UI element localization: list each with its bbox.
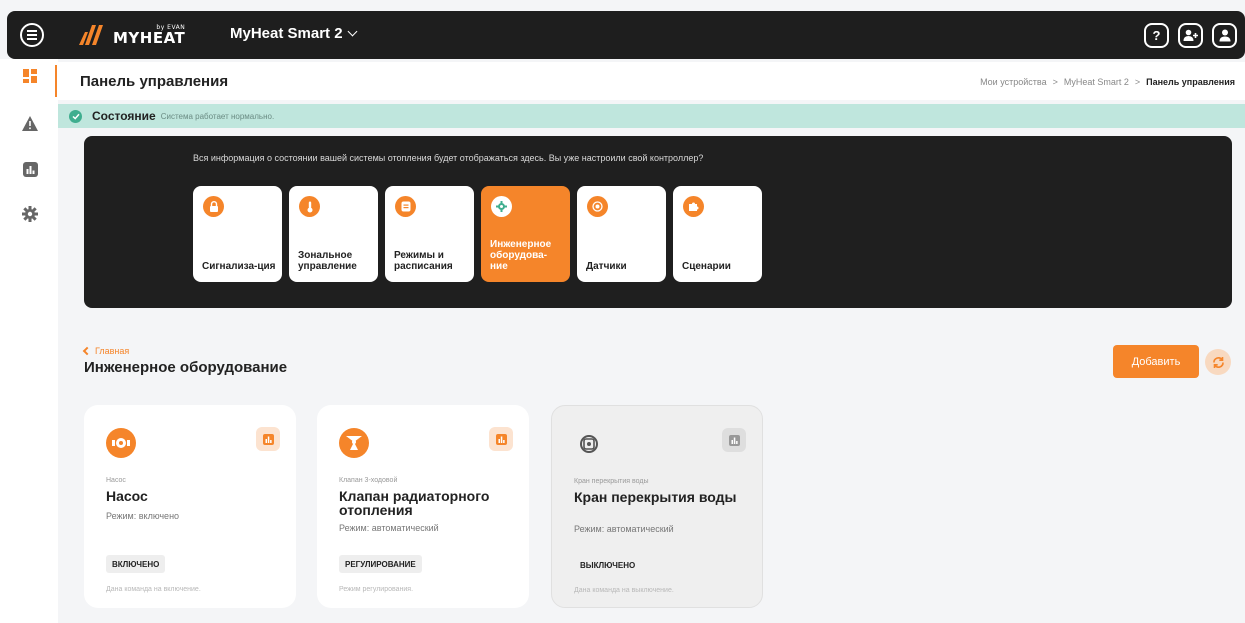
status-label: Состояние (92, 109, 156, 123)
logo-mark-icon (79, 25, 103, 45)
sidebar-active-indicator (55, 65, 57, 97)
section-title: Инженерное оборудование (84, 359, 288, 376)
add-user-icon[interactable] (1178, 23, 1203, 48)
logo[interactable]: by EVAN MYHEAT (79, 22, 185, 48)
statistics-button[interactable] (722, 428, 746, 452)
card-type: Насос (106, 477, 126, 484)
refresh-icon[interactable] (1205, 349, 1231, 375)
status-text: Система работает нормально. (160, 111, 275, 121)
onboarding-panel: Вся информация о состоянии вашей системы… (84, 136, 1232, 308)
card-mode: Режим: включено (106, 511, 180, 521)
breadcrumb: Мои устройства > MyHeat Smart 2 > Панель… (980, 77, 1235, 87)
equipment-card-valve[interactable]: Клапан 3-ходовой Клапан радиаторного ото… (317, 405, 529, 608)
card-note: Дана команда на выключение. (574, 587, 674, 594)
equipment-card-pump[interactable]: Насос Насос Режим: включено ВКЛЮЧЕНО Дан… (84, 405, 296, 608)
card-type: Кран перекрытия воды (574, 478, 649, 485)
sensor-icon (587, 196, 608, 217)
tile-zones[interactable]: Зональное управление (289, 186, 378, 282)
device-selector[interactable]: MyHeat Smart 2 (230, 25, 357, 42)
status-bar: Состояние Система работает нормально. (58, 104, 1245, 128)
back-link-label: Главная (95, 346, 130, 356)
thermometer-icon (299, 196, 320, 217)
breadcrumb-item-current: Панель управления (1146, 77, 1235, 87)
tile-label: Сценарии (682, 261, 731, 272)
card-type: Клапан 3-ходовой (339, 477, 398, 484)
card-name: Кран перекрытия воды (574, 489, 737, 505)
dashboard-icon[interactable] (21, 67, 39, 85)
panel-intro-text: Вся информация о состоянии вашей системы… (193, 153, 704, 163)
card-note: Дана команда на включение. (106, 586, 201, 593)
chevron-left-icon (82, 346, 92, 356)
valve-icon (339, 428, 369, 458)
top-header: by EVAN MYHEAT MyHeat Smart 2 ? (7, 11, 1245, 59)
pump-icon (106, 428, 136, 458)
tile-scenarios[interactable]: Сценарии (673, 186, 762, 282)
statistics-button[interactable] (256, 427, 280, 451)
tile-schedules[interactable]: Режимы и расписания (385, 186, 474, 282)
breadcrumb-separator: > (1052, 77, 1058, 87)
tile-label: Сигнализа-ция (202, 261, 276, 272)
card-note: Режим регулирования. (339, 586, 414, 593)
tile-equipment[interactable]: Инженерное оборудова-ние (481, 186, 570, 282)
breadcrumb-item-devices[interactable]: Мои устройства (980, 77, 1047, 87)
schedule-icon (395, 196, 416, 217)
check-icon (69, 109, 82, 123)
tile-label: Зональное управление (298, 250, 357, 272)
title-bar: Панель управления Мои устройства > MyHea… (58, 62, 1245, 100)
statistics-icon[interactable] (21, 160, 39, 178)
back-link[interactable]: Главная (82, 346, 130, 356)
settings-icon[interactable] (21, 205, 39, 223)
help-icon[interactable]: ? (1144, 23, 1169, 48)
lock-icon (203, 196, 224, 217)
menu-icon[interactable] (20, 23, 44, 47)
logo-wordmark: by EVAN MYHEAT (113, 24, 186, 47)
chevron-down-icon (347, 26, 357, 37)
page-title: Панель управления (80, 73, 229, 90)
card-name: Клапан радиаторного отопления (339, 488, 490, 518)
status-badge: ВКЛЮЧЕНО (106, 555, 166, 573)
tile-sensors[interactable]: Датчики (577, 186, 666, 282)
sidebar (0, 59, 58, 623)
puzzle-icon (683, 196, 704, 217)
card-name: Насос (106, 488, 148, 504)
equipment-card-water-tap[interactable]: Кран перекрытия воды Кран перекрытия вод… (551, 405, 763, 608)
tile-label: Режимы и расписания (394, 250, 453, 272)
tile-label: Инженерное оборудова-ние (490, 239, 552, 272)
breadcrumb-separator: > (1134, 77, 1141, 87)
tile-alarm[interactable]: Сигнализа-ция (193, 186, 282, 282)
profile-icon[interactable] (1212, 23, 1237, 48)
card-mode: Режим: автоматический (574, 524, 674, 534)
status-badge: ВЫКЛЮЧЕНО (580, 560, 636, 570)
water-tap-icon (574, 429, 604, 459)
breadcrumb-item-device[interactable]: MyHeat Smart 2 (1064, 77, 1129, 87)
statistics-button[interactable] (489, 427, 513, 451)
tile-label: Датчики (586, 261, 627, 272)
add-button[interactable]: Добавить (1113, 345, 1199, 378)
device-name: MyHeat Smart 2 (230, 25, 343, 42)
gear-icon (491, 196, 512, 217)
status-badge: РЕГУЛИРОВАНИЕ (339, 555, 422, 573)
card-mode: Режим: автоматический (339, 523, 439, 533)
alert-icon[interactable] (21, 114, 39, 132)
